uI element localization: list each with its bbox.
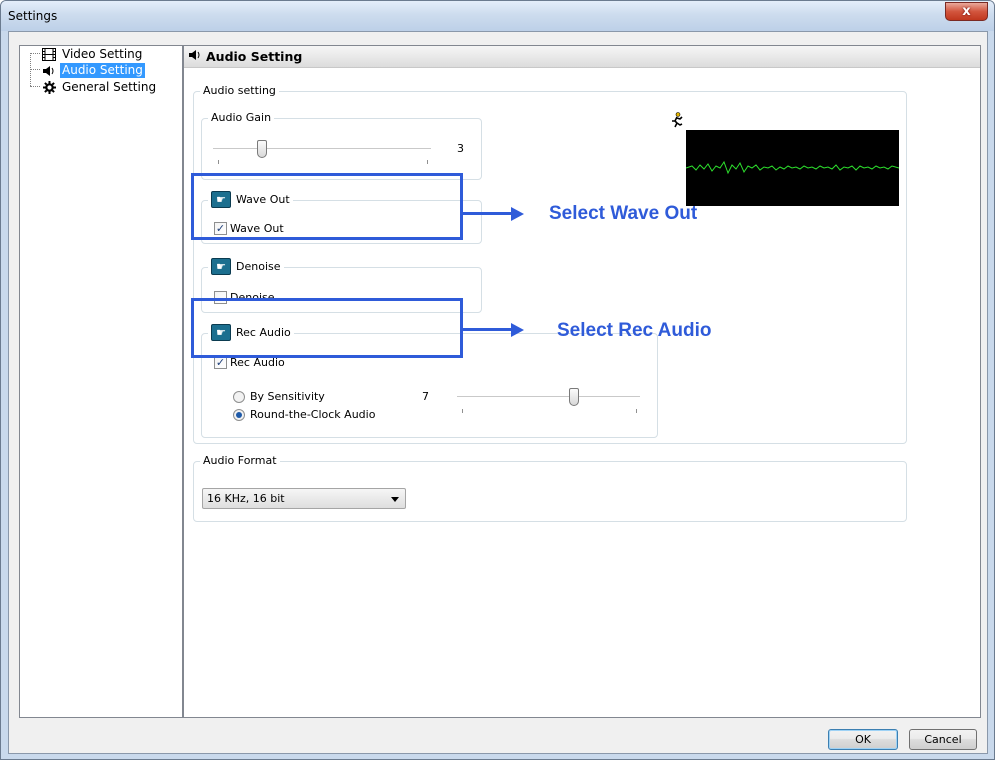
wave-out-arrow	[463, 212, 513, 215]
tree-connector	[30, 69, 40, 70]
by-sensitivity-label: By Sensitivity	[250, 390, 325, 403]
rec-audio-highlight	[191, 298, 463, 358]
tree-connector	[30, 53, 40, 54]
radio-unselected-icon	[233, 390, 245, 403]
group-legend: Audio Gain	[208, 111, 275, 125]
window-title: Settings	[8, 9, 58, 23]
tree-item-video-setting[interactable]: Video Setting	[41, 46, 144, 63]
audio-format-value: 16 KHz, 16 bit	[207, 492, 285, 505]
audio-setting-panel: Audio Setting Audio setting Audio Gain 3	[183, 45, 981, 718]
gear-icon	[41, 80, 57, 96]
audio-gain-track[interactable]	[213, 148, 431, 150]
audio-gain-slider-thumb[interactable]	[257, 140, 267, 158]
cancel-button[interactable]: Cancel	[909, 729, 977, 750]
title-bar[interactable]: Settings x	[1, 1, 994, 31]
by-sensitivity-radio[interactable]: By Sensitivity	[233, 390, 325, 403]
slider-tick	[427, 160, 428, 164]
slider-tick	[462, 409, 463, 413]
speaker-icon	[41, 63, 57, 79]
hand-pointer-icon: ☛	[211, 258, 231, 275]
sensitivity-slider-thumb[interactable]	[569, 388, 579, 406]
arrow-head-icon	[511, 323, 524, 337]
tree-connector	[30, 86, 40, 87]
audio-waveform	[685, 130, 900, 206]
arrow-head-icon	[511, 207, 524, 221]
denoise-legend: Denoise	[236, 259, 281, 273]
round-the-clock-label: Round-the-Clock Audio	[250, 408, 376, 421]
sensitivity-track[interactable]	[457, 396, 640, 398]
settings-tree: Video Setting Audio Setting General Sett…	[19, 45, 183, 718]
panel-title: Audio Setting	[206, 49, 303, 64]
tree-item-audio-setting[interactable]: Audio Setting	[41, 62, 145, 79]
slider-tick	[636, 409, 637, 413]
runner-icon	[670, 112, 684, 128]
sensitivity-value: 7	[422, 390, 429, 403]
wave-out-callout: Select Wave Out	[549, 203, 698, 224]
ok-button[interactable]: OK	[828, 729, 898, 750]
wave-out-highlight	[191, 173, 463, 240]
group-legend: Audio Format	[200, 454, 280, 468]
radio-selected-icon	[233, 408, 245, 421]
round-the-clock-radio[interactable]: Round-the-Clock Audio	[233, 408, 375, 421]
client-area: Video Setting Audio Setting General Sett…	[8, 31, 988, 754]
close-icon: x	[962, 4, 971, 19]
close-button[interactable]: x	[945, 2, 988, 21]
chevron-down-icon	[391, 497, 399, 502]
tree-item-general-setting[interactable]: General Setting	[41, 79, 158, 96]
tree-item-label: Video Setting	[62, 47, 143, 61]
group-legend: ☛ Denoise	[208, 258, 284, 275]
film-icon	[41, 47, 57, 63]
panel-header: Audio Setting	[184, 46, 980, 68]
audio-format-select[interactable]: 16 KHz, 16 bit	[202, 488, 406, 509]
audio-format-group: Audio Format 16 KHz, 16 bit	[193, 454, 907, 522]
audio-gain-group: Audio Gain 3	[201, 111, 482, 180]
group-legend: Audio setting	[200, 84, 279, 98]
audio-gain-value: 3	[457, 142, 464, 155]
tree-item-label: Audio Setting	[60, 63, 145, 78]
settings-window: Settings x Video Setting Audio Setting G…	[0, 0, 995, 760]
tree-item-label: General Setting	[62, 80, 157, 94]
rec-audio-arrow	[463, 328, 513, 331]
speaker-icon	[188, 49, 202, 64]
slider-tick	[218, 160, 219, 164]
rec-audio-callout: Select Rec Audio	[557, 320, 712, 341]
